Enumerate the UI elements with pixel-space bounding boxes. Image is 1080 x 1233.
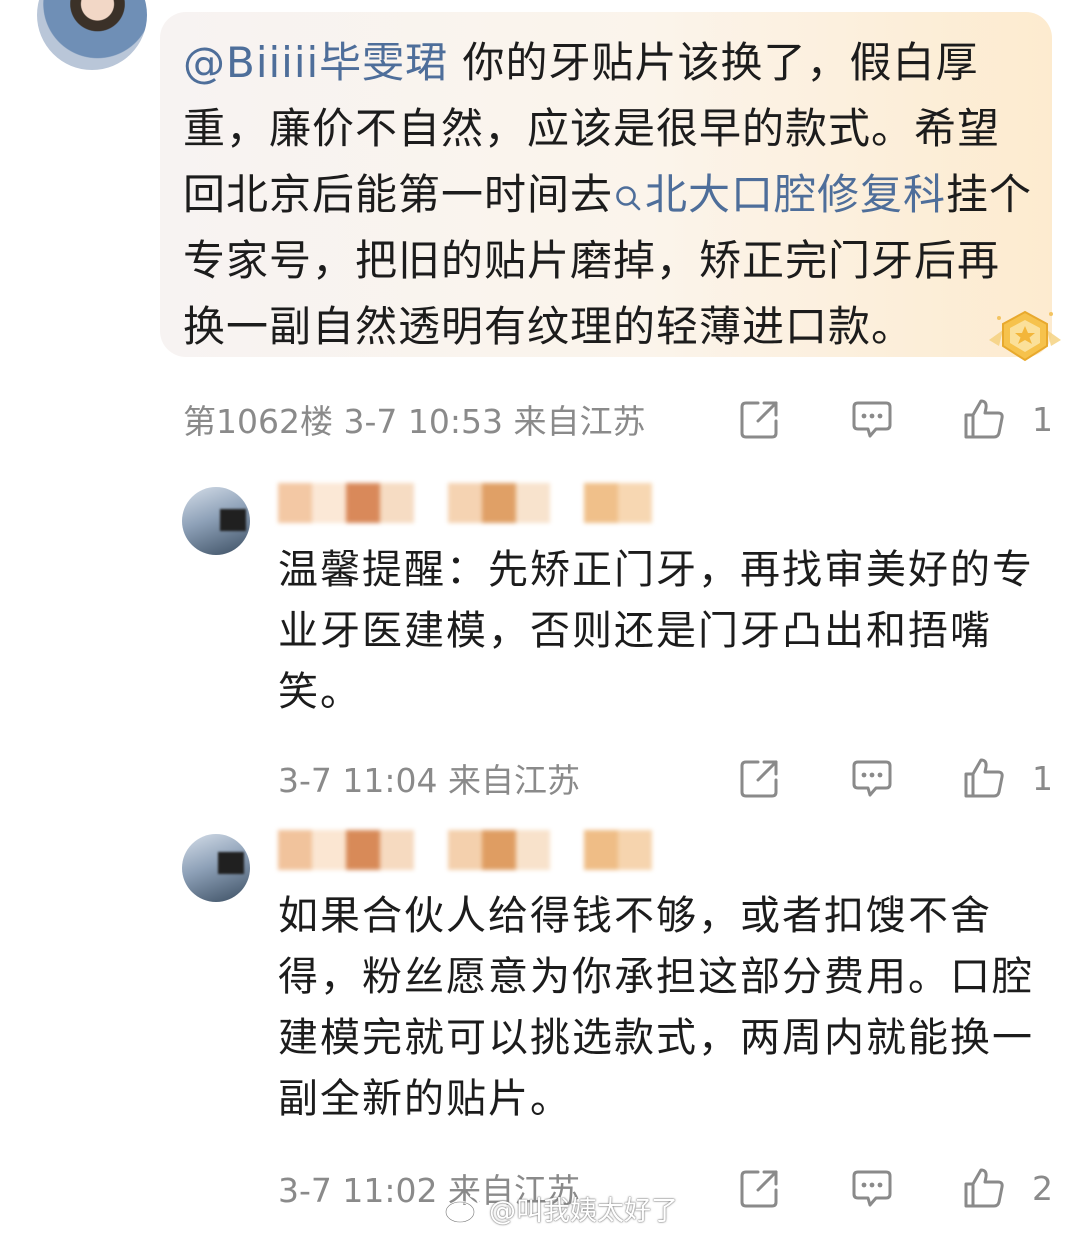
comment-icon: [852, 760, 892, 797]
like-button[interactable]: 1: [962, 389, 1053, 449]
like-button[interactable]: 2: [962, 1158, 1053, 1218]
like-count: 2: [1032, 1168, 1053, 1208]
main-comment-text: @Biiiii毕雯珺 你的牙贴片该换了，假白厚重，廉价不自然，应该是很早的款式。…: [183, 30, 1033, 360]
comment-icon: [852, 401, 892, 438]
comment-meta: 第1062楼 3-7 10:53 来自江苏: [183, 389, 645, 449]
blur-mosaic: [220, 509, 246, 531]
weibo-logo-icon: [444, 1194, 481, 1224]
search-link-text: 北大口腔修复科: [645, 170, 947, 219]
comment-meta-text: 第1062楼 3-7 10:53 来自江苏: [183, 402, 646, 441]
share-button[interactable]: [738, 389, 782, 449]
star-badge-icon: [989, 310, 1061, 362]
weibo-watermark: @叫我姨太好了: [443, 1190, 678, 1227]
like-button[interactable]: 1: [962, 748, 1053, 808]
search-icon: [616, 186, 641, 211]
mention-link[interactable]: @Biiiii毕雯珺: [183, 38, 448, 87]
thumbs-up-icon: [964, 1168, 1004, 1208]
reply-text: 如果合伙人给得钱不够，或者扣馊不舍得，粉丝愿意为你承担这部分费用。口腔建模完就可…: [278, 893, 1034, 1122]
thumbs-up-icon: [964, 758, 1004, 798]
thumbs-up-icon: [964, 399, 1004, 439]
reply-button[interactable]: [850, 389, 894, 449]
search-topic-link[interactable]: 北大口腔修复科: [613, 170, 946, 219]
comment-icon: [852, 1170, 892, 1207]
commenter-avatar[interactable]: [37, 0, 147, 70]
reply-text: 温馨提醒：先矫正门牙，再找审美好的专业牙医建模，否则还是门牙凸出和捂嘴笑。: [278, 547, 1034, 715]
reply-avatar[interactable]: [182, 834, 250, 902]
comment-thread: @Biiiii毕雯珺 你的牙贴片该换了，假白厚重，廉价不自然，应该是很早的款式。…: [0, 0, 1080, 1233]
reply-button[interactable]: [850, 1158, 894, 1218]
watermark-text: @叫我姨太好了: [489, 1195, 678, 1227]
share-button[interactable]: [738, 748, 782, 808]
reply-button[interactable]: [850, 748, 894, 808]
reply-username-blurred[interactable]: [278, 830, 652, 870]
reply-username-blurred[interactable]: [278, 483, 652, 523]
like-count: 1: [1032, 399, 1053, 439]
reply-avatar[interactable]: [182, 487, 250, 555]
reply-meta: 3-7 11:04 来自江苏: [278, 748, 580, 808]
share-icon: [740, 760, 778, 798]
blur-mosaic: [218, 852, 244, 874]
reply-meta-text: 3-7 11:04 来自江苏: [278, 761, 580, 800]
share-icon: [740, 1170, 778, 1208]
share-button[interactable]: [738, 1158, 782, 1218]
like-count: 1: [1032, 758, 1053, 798]
share-icon: [740, 401, 778, 439]
